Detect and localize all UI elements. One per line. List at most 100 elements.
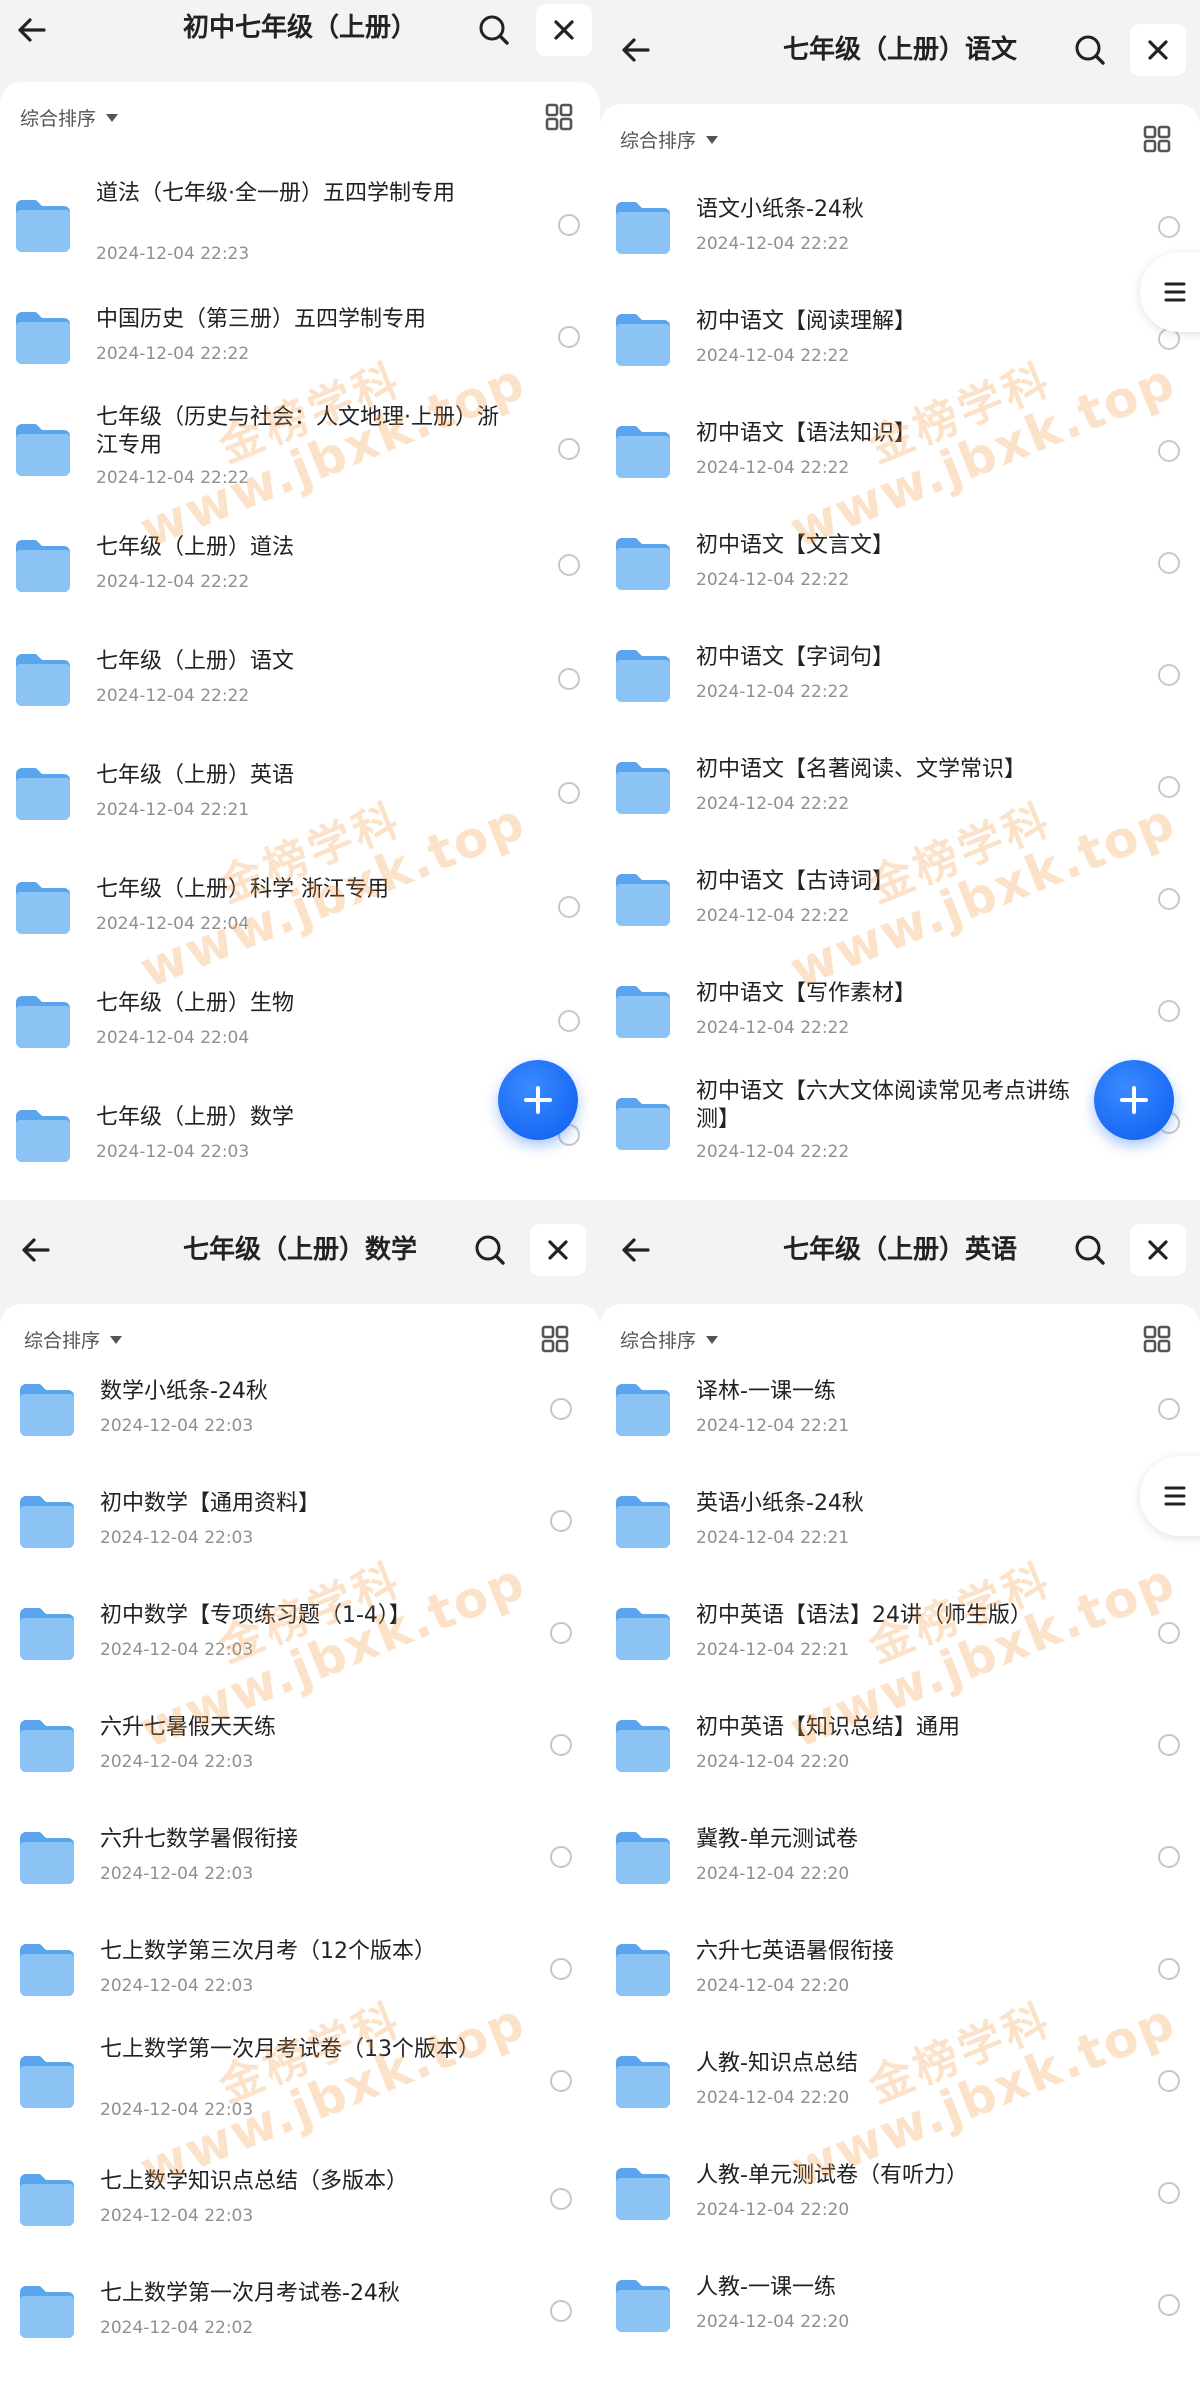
list-item[interactable]: 七上数学第一次月考试卷-24秋 2024-12-04 22:02 (0, 2258, 600, 2370)
select-radio[interactable] (1158, 2070, 1180, 2092)
add-button[interactable] (1094, 1060, 1174, 1140)
list-item[interactable]: 七年级（上册）生物 2024-12-04 22:04 (0, 968, 600, 1080)
sort-dropdown[interactable]: 综合排序 (20, 100, 119, 134)
list-item[interactable]: 初中语文【写作素材】 2024-12-04 22:22 (600, 958, 1200, 1070)
close-button[interactable] (1130, 1224, 1186, 1276)
list-item[interactable]: 六升七英语暑假衔接 2024-12-04 22:20 (600, 1916, 1200, 2028)
list-item[interactable]: 初中英语【语法】24讲（师生版） 2024-12-04 22:21 (600, 1580, 1200, 1692)
list-item[interactable]: 初中语文【语法知识】 2024-12-04 22:22 (600, 398, 1200, 510)
select-radio[interactable] (1158, 1398, 1180, 1420)
select-radio[interactable] (550, 1510, 572, 1532)
back-button[interactable] (6, 4, 58, 56)
list-item[interactable]: 六升七暑假天天练 2024-12-04 22:03 (0, 1692, 600, 1804)
list-item[interactable]: 七上数学第三次月考（12个版本） 2024-12-04 22:03 (0, 1916, 600, 2028)
select-radio[interactable] (550, 2300, 572, 2322)
list-item[interactable]: 初中英语【知识总结】通用 2024-12-04 22:20 (600, 1692, 1200, 1804)
close-icon (554, 20, 574, 40)
select-radio[interactable] (558, 1010, 580, 1032)
list-item[interactable]: 英语小纸条-24秋 2024-12-04 22:21 (600, 1468, 1200, 1580)
grid-view-icon (541, 1325, 569, 1353)
list-item[interactable]: 人教-知识点总结 2024-12-04 22:20 (600, 2028, 1200, 2140)
search-icon (1075, 35, 1105, 65)
close-button[interactable] (536, 4, 592, 56)
select-radio[interactable] (558, 896, 580, 918)
list-item[interactable]: 七年级（历史与社会：人文地理·上册）浙江专用 2024-12-04 22:22 (0, 396, 600, 508)
list-item[interactable]: 初中数学【通用资料】 2024-12-04 22:03 (0, 1468, 600, 1580)
item-date: 2024-12-04 22:20 (696, 2200, 850, 2220)
search-button[interactable] (1068, 28, 1112, 72)
select-radio[interactable] (1158, 776, 1180, 798)
list-item[interactable]: 初中语文【字词句】 2024-12-04 22:22 (600, 622, 1200, 734)
list-item[interactable]: 人教-单元测试卷（有听力） 2024-12-04 22:20 (600, 2140, 1200, 2252)
select-radio[interactable] (558, 782, 580, 804)
panel-body: 综合排序 译林-一课一练 2024-12-04 22:21 英语小纸条-24秋 … (600, 1304, 1200, 2400)
select-radio[interactable] (1158, 2294, 1180, 2316)
select-radio[interactable] (1158, 1846, 1180, 1868)
sort-dropdown[interactable]: 综合排序 (620, 1322, 719, 1356)
list-item[interactable]: 七上数学知识点总结（多版本） 2024-12-04 22:03 (0, 2146, 600, 2258)
select-radio[interactable] (550, 1958, 572, 1980)
select-radio[interactable] (550, 2188, 572, 2210)
folder-icon (614, 1942, 672, 1996)
search-button[interactable] (468, 1228, 512, 1272)
sort-dropdown[interactable]: 综合排序 (620, 122, 719, 156)
select-radio[interactable] (550, 2070, 572, 2092)
list-item[interactable]: 初中语文【阅读理解】 2024-12-04 22:22 (600, 286, 1200, 398)
list-item[interactable]: 初中数学【专项练习题（1-4）】 2024-12-04 22:03 (0, 1580, 600, 1692)
list-item[interactable]: 译林-一课一练 2024-12-04 22:21 (600, 1356, 1200, 1468)
grid-view-button[interactable] (538, 1322, 572, 1356)
item-date: 2024-12-04 22:22 (96, 572, 250, 592)
grid-view-button[interactable] (1140, 122, 1174, 156)
select-radio[interactable] (1158, 552, 1180, 574)
select-radio[interactable] (1158, 1734, 1180, 1756)
select-radio[interactable] (1158, 440, 1180, 462)
select-radio[interactable] (1158, 888, 1180, 910)
select-radio[interactable] (1158, 1622, 1180, 1644)
select-radio[interactable] (558, 438, 580, 460)
list-item[interactable]: 初中语文【名著阅读、文学常识】 2024-12-04 22:22 (600, 734, 1200, 846)
select-radio[interactable] (1158, 664, 1180, 686)
grid-view-button[interactable] (1140, 1322, 1174, 1356)
search-button[interactable] (1068, 1228, 1112, 1272)
select-radio[interactable] (550, 1846, 572, 1868)
folder-icon (14, 198, 72, 252)
folder-icon (14, 880, 72, 934)
list-item[interactable]: 七上数学第一次月考试卷（13个版本） 2024-12-04 22:03 (0, 2028, 600, 2140)
back-button[interactable] (610, 24, 662, 76)
list-item[interactable]: 中国历史（第三册）五四学制专用 2024-12-04 22:22 (0, 284, 600, 396)
select-radio[interactable] (550, 1398, 572, 1420)
close-button[interactable] (530, 1224, 586, 1276)
panel-header: 初中七年级（上册） (0, 0, 600, 60)
select-radio[interactable] (550, 1734, 572, 1756)
item-date: 2024-12-04 22:03 (100, 1640, 254, 1660)
search-button[interactable] (472, 8, 516, 52)
list-item[interactable]: 六升七数学暑假衔接 2024-12-04 22:03 (0, 1804, 600, 1916)
back-button[interactable] (10, 1224, 62, 1276)
list-item[interactable]: 初中语文【文言文】 2024-12-04 22:22 (600, 510, 1200, 622)
list-item[interactable]: 语文小纸条-24秋 2024-12-04 22:22 (600, 174, 1200, 286)
add-button[interactable] (498, 1060, 578, 1140)
select-radio[interactable] (1158, 2182, 1180, 2204)
list-item[interactable]: 七年级（上册）英语 2024-12-04 22:21 (0, 740, 600, 852)
select-radio[interactable] (550, 1622, 572, 1644)
select-radio[interactable] (1158, 1958, 1180, 1980)
back-button[interactable] (610, 1224, 662, 1276)
select-radio[interactable] (558, 554, 580, 576)
select-radio[interactable] (1158, 1000, 1180, 1022)
select-radio[interactable] (558, 668, 580, 690)
list-item[interactable]: 数学小纸条-24秋 2024-12-04 22:03 (0, 1356, 600, 1468)
select-radio[interactable] (1158, 216, 1180, 238)
list-item[interactable]: 人教-一课一练 2024-12-04 22:20 (600, 2252, 1200, 2364)
close-button[interactable] (1130, 24, 1186, 76)
list-item[interactable]: 七年级（上册）道法 2024-12-04 22:22 (0, 512, 600, 624)
grid-view-button[interactable] (542, 100, 576, 134)
list-item[interactable]: 七年级（上册）科学 浙江专用 2024-12-04 22:04 (0, 854, 600, 966)
sort-dropdown[interactable]: 综合排序 (24, 1322, 123, 1356)
list-item[interactable]: 冀教-单元测试卷 2024-12-04 22:20 (600, 1804, 1200, 1916)
list-item[interactable]: 初中语文【古诗词】 2024-12-04 22:22 (600, 846, 1200, 958)
item-name: 初中语文【语法知识】 (696, 421, 917, 446)
select-radio[interactable] (558, 326, 580, 348)
list-item[interactable]: 七年级（上册）语文 2024-12-04 22:22 (0, 626, 600, 738)
list-item[interactable]: 道法（七年级·全一册）五四学制专用 2024-12-04 22:23 (0, 172, 600, 284)
select-radio[interactable] (558, 214, 580, 236)
